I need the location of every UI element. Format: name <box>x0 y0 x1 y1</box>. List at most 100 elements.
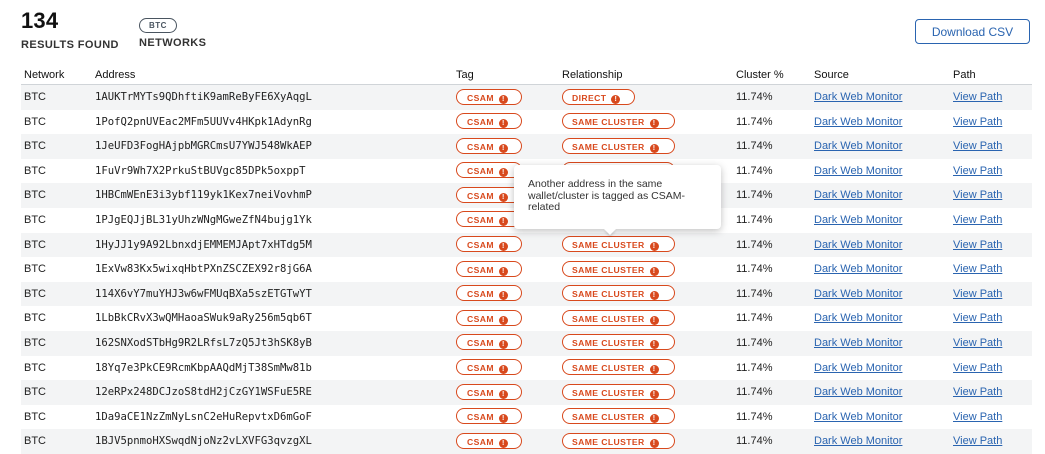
table-row[interactable]: BTC 162SNXodSTbHg9R2LRfsL7zQ5Jt3hSK8yB CSA… <box>21 330 1032 356</box>
table-row[interactable]: BTC 1ExVw83Kx5wixqHbtPXnZSCZEX92r8jG6A CSA… <box>21 257 1032 282</box>
source-link[interactable]: Dark Web Monitor <box>814 435 902 447</box>
tag-badge[interactable]: CSAM! <box>456 309 522 326</box>
tag-badge[interactable]: CSAM! <box>456 383 522 400</box>
info-icon[interactable]: ! <box>649 119 659 129</box>
info-icon[interactable]: ! <box>498 389 508 399</box>
view-path-link[interactable]: View Path <box>953 116 1002 128</box>
view-path-link[interactable]: View Path <box>953 362 1002 374</box>
source-link[interactable]: Dark Web Monitor <box>814 411 902 423</box>
info-icon[interactable]: ! <box>649 242 659 252</box>
info-icon[interactable]: ! <box>498 119 508 129</box>
info-icon[interactable]: ! <box>498 365 508 375</box>
view-path-link[interactable]: View Path <box>953 411 1002 423</box>
table-row[interactable]: BTC 1LbBkCRvX3wQMHaoaSWuk9aRy256m5qb6T CSA… <box>21 306 1032 331</box>
table-row[interactable]: BTC 114X6vY7muYHJ3w6wFMUqBXa5szETGTwYT CSA… <box>21 281 1032 307</box>
network-badge-btc[interactable]: BTC <box>139 18 177 33</box>
row-address[interactable]: 1HBCmWEnE3i3ybf119yk1Kex7neiVovhmP <box>95 189 312 201</box>
row-address[interactable]: 1BJV5pnmoHXSwqdNjoNz2vLXVFG3qvzgXL <box>95 435 312 447</box>
tag-badge[interactable]: CSAM! <box>456 236 522 253</box>
source-link[interactable]: Dark Web Monitor <box>814 337 902 349</box>
relationship-badge[interactable]: SAME CLUSTER! <box>562 113 675 130</box>
info-icon[interactable]: ! <box>649 266 659 276</box>
row-address[interactable]: 1PJgEQJjBL31yUhzWNgMGweZfN4bujg1Yk <box>95 214 312 226</box>
source-link[interactable]: Dark Web Monitor <box>814 116 902 128</box>
view-path-link[interactable]: View Path <box>953 165 1002 177</box>
source-link[interactable]: Dark Web Monitor <box>814 362 902 374</box>
info-icon[interactable]: ! <box>649 340 659 350</box>
tag-badge[interactable]: CSAM! <box>456 334 522 351</box>
view-path-link[interactable]: View Path <box>953 214 1002 226</box>
source-link[interactable]: Dark Web Monitor <box>814 386 902 398</box>
row-address[interactable]: 1LbBkCRvX3wQMHaoaSWuk9aRy256m5qb6T <box>95 312 312 324</box>
relationship-badge[interactable]: SAME CLUSTER! <box>562 285 675 302</box>
tag-badge[interactable]: CSAM! <box>456 285 522 302</box>
view-path-link[interactable]: View Path <box>953 288 1002 300</box>
table-row[interactable]: BTC 18Yq7e3PkCE9RcmKbpAAQdMjT38SmMw81b CSA… <box>21 356 1032 381</box>
view-path-link[interactable]: View Path <box>953 435 1002 447</box>
tag-badge[interactable]: CSAM! <box>456 359 522 376</box>
source-link[interactable]: Dark Web Monitor <box>814 288 902 300</box>
info-icon[interactable]: ! <box>498 315 508 325</box>
relationship-badge[interactable]: DIRECT! <box>562 88 635 105</box>
source-link[interactable]: Dark Web Monitor <box>814 165 902 177</box>
row-address[interactable]: 1ExVw83Kx5wixqHbtPXnZSCZEX92r8jG6A <box>95 263 312 275</box>
tag-badge[interactable]: CSAM! <box>456 113 522 130</box>
table-row[interactable]: BTC 1HyJJ1y9A92LbnxdjEMMEMJApt7xHTdg5M CSA… <box>21 232 1032 258</box>
relationship-badge[interactable]: SAME CLUSTER! <box>562 383 675 400</box>
view-path-link[interactable]: View Path <box>953 140 1002 152</box>
tag-badge[interactable]: CSAM! <box>456 162 522 179</box>
relationship-badge[interactable]: SAME CLUSTER! <box>562 137 675 154</box>
relationship-badge[interactable]: SAME CLUSTER! <box>562 334 675 351</box>
info-icon[interactable]: ! <box>498 192 508 202</box>
view-path-link[interactable]: View Path <box>953 312 1002 324</box>
view-path-link[interactable]: View Path <box>953 386 1002 398</box>
row-address[interactable]: 1HyJJ1y9A92LbnxdjEMMEMJApt7xHTdg5M <box>95 239 312 251</box>
download-csv-button[interactable]: Download CSV <box>915 19 1030 44</box>
info-icon[interactable]: ! <box>498 340 508 350</box>
tag-badge[interactable]: CSAM! <box>456 432 522 449</box>
row-address[interactable]: 1PofQ2pnUVEac2MFm5UUVv4HKpk1AdynRg <box>95 116 312 128</box>
info-icon[interactable]: ! <box>498 438 508 448</box>
relationship-badge[interactable]: SAME CLUSTER! <box>562 408 675 425</box>
tag-badge[interactable]: CSAM! <box>456 137 522 154</box>
info-icon[interactable]: ! <box>649 389 659 399</box>
info-icon[interactable]: ! <box>498 291 508 301</box>
row-address[interactable]: 1JeUFD3FogHAjpbMGRCmsU7YWJ548WkAEP <box>95 140 312 152</box>
info-icon[interactable]: ! <box>649 438 659 448</box>
info-icon[interactable]: ! <box>649 143 659 153</box>
row-address[interactable]: 1AUKTrMYTs9QDhftiK9amReByFE6XyAqgL <box>95 91 312 103</box>
row-address[interactable]: 1Da9aCE1NzZmNyLsnC2eHuRepvtxD6mGoF <box>95 411 312 423</box>
table-row[interactable]: BTC 1BJV5pnmoHXSwqdNjoNz2vLXVFG3qvzgXL CSA… <box>21 429 1032 454</box>
table-row[interactable]: BTC 1Da9aCE1NzZmNyLsnC2eHuRepvtxD6mGoF CSA… <box>21 405 1032 430</box>
info-icon[interactable]: ! <box>498 414 508 424</box>
info-icon[interactable]: ! <box>498 266 508 276</box>
view-path-link[interactable]: View Path <box>953 91 1002 103</box>
source-link[interactable]: Dark Web Monitor <box>814 189 902 201</box>
info-icon[interactable]: ! <box>649 365 659 375</box>
tag-badge[interactable]: CSAM! <box>456 211 522 228</box>
info-icon[interactable]: ! <box>611 94 621 104</box>
row-address[interactable]: 162SNXodSTbHg9R2LRfsL7zQ5Jt3hSK8yB <box>95 337 312 349</box>
info-icon[interactable]: ! <box>649 414 659 424</box>
relationship-badge[interactable]: SAME CLUSTER! <box>562 260 675 277</box>
info-icon[interactable]: ! <box>498 217 508 227</box>
relationship-badge[interactable]: SAME CLUSTER! <box>562 309 675 326</box>
info-icon[interactable]: ! <box>649 315 659 325</box>
source-link[interactable]: Dark Web Monitor <box>814 239 902 251</box>
tag-badge[interactable]: CSAM! <box>456 186 522 203</box>
view-path-link[interactable]: View Path <box>953 263 1002 275</box>
row-address[interactable]: 18Yq7e3PkCE9RcmKbpAAQdMjT38SmMw81b <box>95 362 312 374</box>
table-row[interactable]: BTC 1PofQ2pnUVEac2MFm5UUVv4HKpk1AdynRg CSA… <box>21 110 1032 135</box>
info-icon[interactable]: ! <box>498 242 508 252</box>
relationship-badge[interactable]: SAME CLUSTER! <box>562 432 675 449</box>
relationship-badge[interactable]: SAME CLUSTER! <box>562 359 675 376</box>
relationship-badge[interactable]: SAME CLUSTER! <box>562 236 675 253</box>
tag-badge[interactable]: CSAM! <box>456 260 522 277</box>
view-path-link[interactable]: View Path <box>953 189 1002 201</box>
row-address[interactable]: 12eRPx248DCJzoS8tdH2jCzGY1WSFuE5RE <box>95 386 312 398</box>
info-icon[interactable]: ! <box>649 291 659 301</box>
view-path-link[interactable]: View Path <box>953 239 1002 251</box>
table-row[interactable]: BTC 1AUKTrMYTs9QDhftiK9amReByFE6XyAqgL CSA… <box>21 85 1032 110</box>
tag-badge[interactable]: CSAM! <box>456 408 522 425</box>
info-icon[interactable]: ! <box>498 168 508 178</box>
